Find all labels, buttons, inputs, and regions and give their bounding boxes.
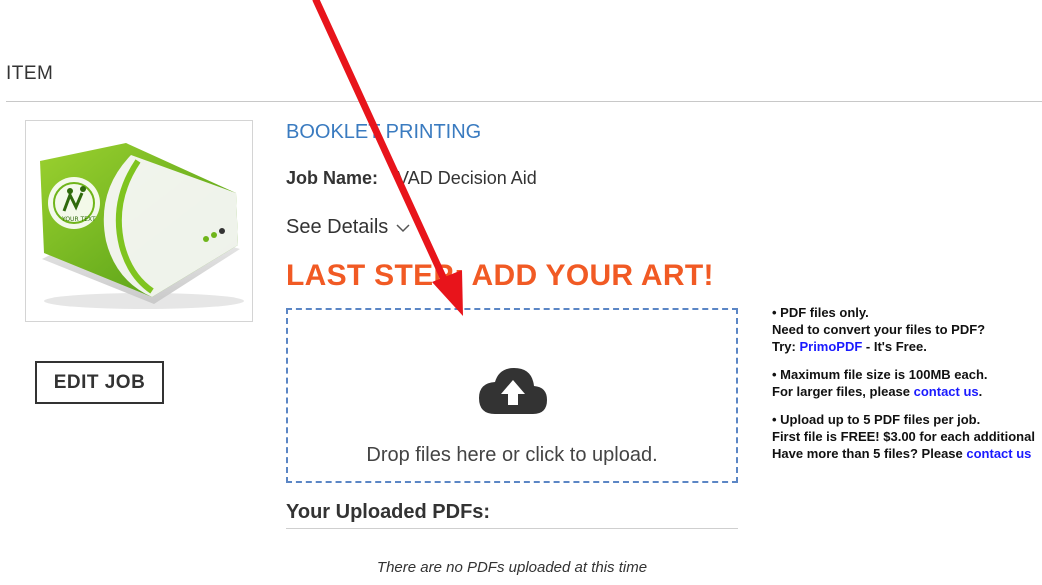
primopdf-link[interactable]: PrimoPDF <box>799 339 862 354</box>
contact-us-link[interactable]: contact us <box>914 384 979 399</box>
section-divider <box>6 101 1042 102</box>
info-line: For larger files, please contact us. <box>772 383 1042 400</box>
info-line: • PDF files only. <box>772 305 869 320</box>
product-name-link[interactable]: BOOKLET PRINTING <box>286 121 481 144</box>
cloud-upload-icon <box>477 364 549 421</box>
section-title: ITEM <box>6 63 54 84</box>
info-line: First file is FREE! $3.00 for each addit… <box>772 429 1035 444</box>
info-block-pdf: • PDF files only. Need to convert your f… <box>772 304 1042 355</box>
info-text: Have more than 5 files? Please <box>772 446 967 461</box>
see-details-toggle[interactable]: See Details <box>286 216 410 239</box>
info-text: - It's Free. <box>862 339 927 354</box>
contact-us-link-2[interactable]: contact us <box>966 446 1031 461</box>
info-line: • Upload up to 5 PDF files per job. <box>772 412 981 427</box>
info-block-count: • Upload up to 5 PDF files per job. Firs… <box>772 411 1042 462</box>
last-step-heading: LAST STEP: ADD YOUR ART! <box>286 259 714 292</box>
thumbnail-caption: YOUR TEXT <box>61 216 96 223</box>
chevron-down-icon <box>396 220 410 236</box>
page: ITEM YOUR TEXT EDIT JOB BOOKLET PRINTING… <box>0 0 1042 585</box>
uploaded-pdfs-heading: Your Uploaded PDFs: <box>286 501 491 523</box>
info-line: Need to convert your files to PDF? <box>772 322 986 337</box>
uploaded-pdfs-divider <box>286 528 738 529</box>
info-line: Have more than 5 files? Please contact u… <box>772 445 1042 462</box>
info-text: Try: <box>772 339 800 354</box>
dropzone-text: Drop files here or click to upload. <box>366 444 658 466</box>
info-text: . <box>978 384 983 399</box>
job-name-label: Job Name: <box>286 168 379 188</box>
info-block-size: • Maximum file size is 100MB each. For l… <box>772 366 1042 400</box>
product-thumbnail: YOUR TEXT <box>25 120 253 322</box>
upload-info-panel: • PDF files only. Need to convert your f… <box>772 304 1042 473</box>
job-name-value: VAD Decision Aid <box>397 168 537 188</box>
booklet-image: YOUR TEXT <box>40 143 244 309</box>
info-text: For larger files, please <box>772 384 914 399</box>
info-line: • Maximum file size is 100MB each. <box>772 367 988 382</box>
file-dropzone[interactable]: Drop files here or click to upload. <box>286 308 738 483</box>
job-name-row: Job Name: VAD Decision Aid <box>286 168 537 189</box>
see-details-label: See Details <box>286 216 389 238</box>
info-line: Try: PrimoPDF - It's Free. <box>772 338 1042 355</box>
empty-uploads-text: There are no PDFs uploaded at this time <box>376 559 648 576</box>
edit-job-button[interactable]: EDIT JOB <box>35 361 164 404</box>
